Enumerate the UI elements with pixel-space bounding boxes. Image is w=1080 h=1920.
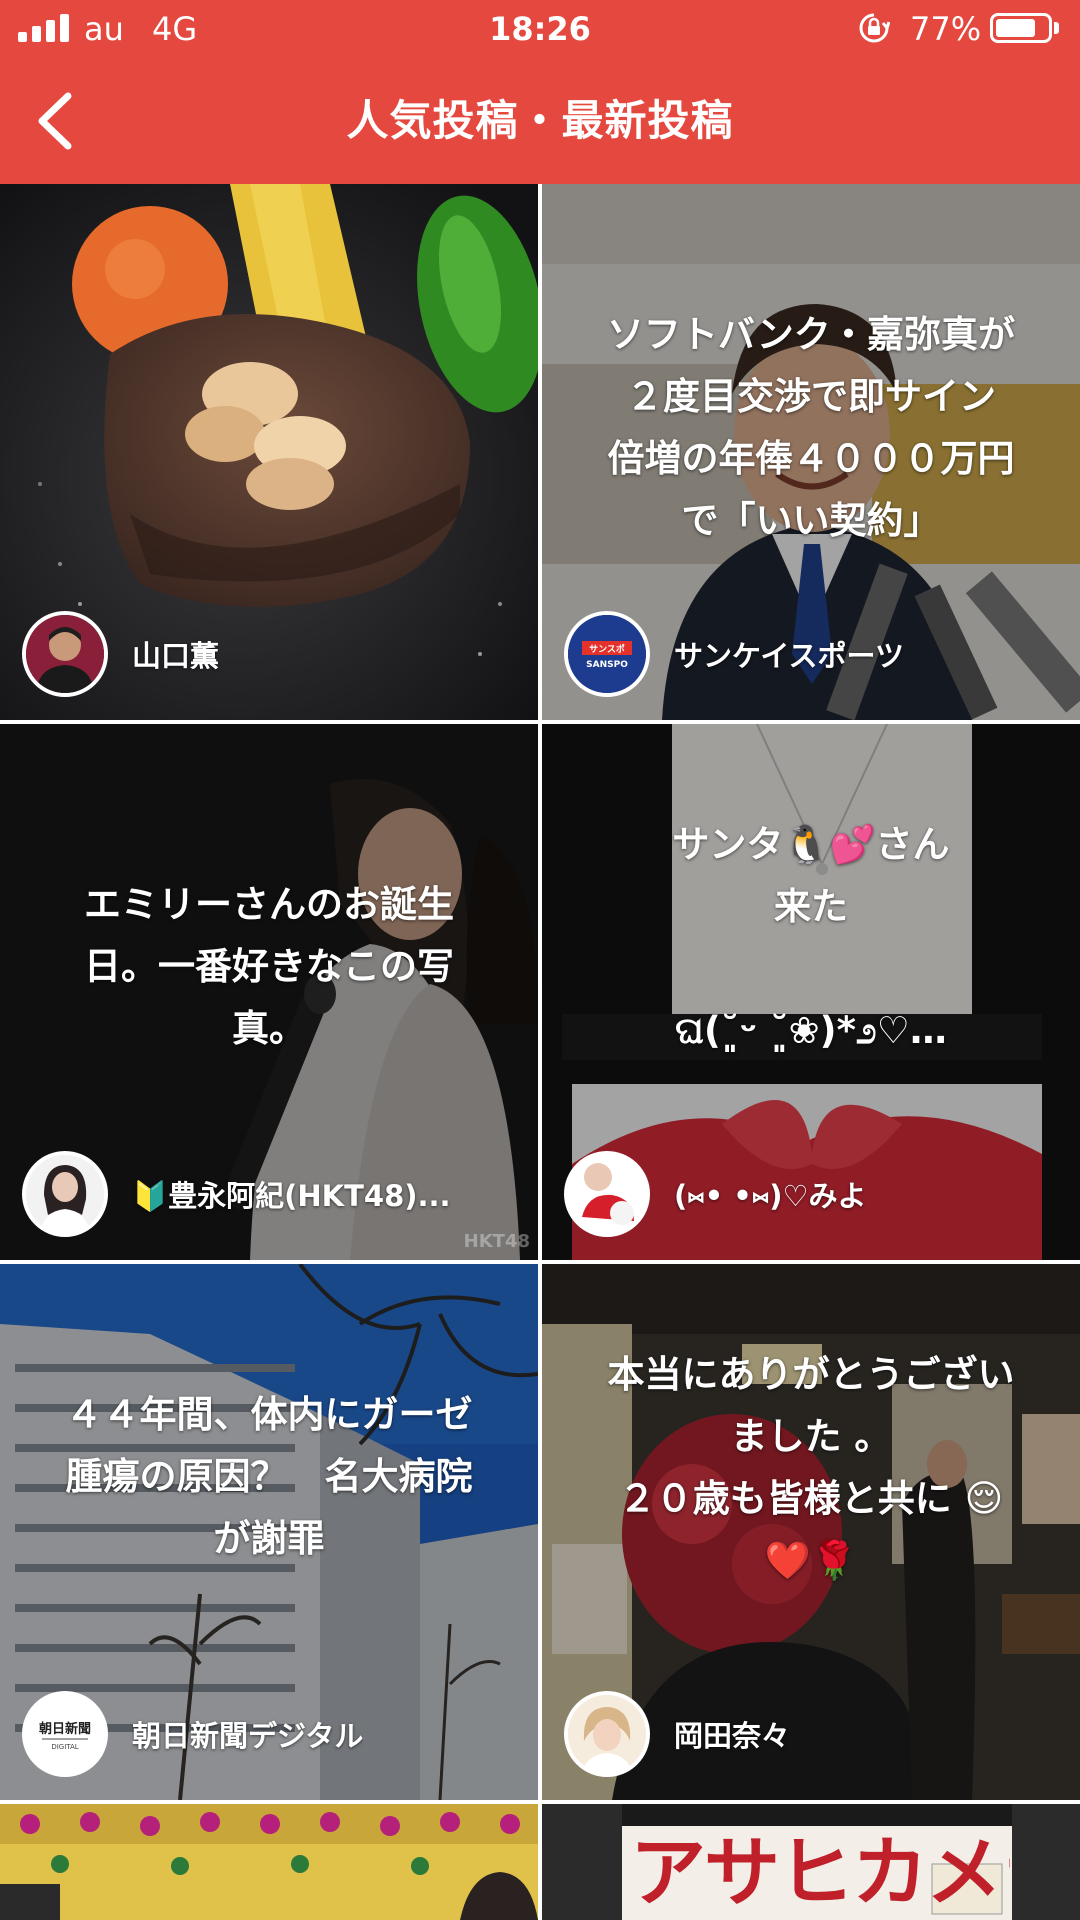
post-image: アサヒカメラ <box>542 1804 1080 1920</box>
post-author: 山口薫 <box>22 608 219 700</box>
battery-level-fill <box>996 19 1035 37</box>
avatar <box>22 1151 108 1237</box>
avatar <box>564 1151 650 1237</box>
post-tile[interactable] <box>0 1804 538 1920</box>
avatar <box>22 611 108 697</box>
image-watermark: HKT48 <box>463 1231 530 1252</box>
magazine-title: アサヒカメラ <box>630 1828 1010 1917</box>
post-author: 🔰豊永阿紀(HKT48)... <box>22 1148 451 1240</box>
post-tile[interactable]: 本当にありがとうござい ました 。 ２０歳も皆様と共に 😌 ❤️🌹 岡田奈々 <box>542 1264 1080 1800</box>
post-caption: ４４年間、体内にガーゼ 腫瘍の原因？ 名大病院 が謝罪 <box>65 1393 473 1560</box>
post-caption: 本当にありがとうござい ました 。 ２０歳も皆様と共に 😌 ❤️🌹 <box>607 1353 1015 1582</box>
app-screen: au 4G 18:26 77% 人気投稿・最新投稿 山口薫 ソフトバンク・嘉弥真… <box>0 0 1080 1920</box>
post-tile[interactable]: 山口薫 <box>0 184 538 720</box>
author-name: (⑅• •⑅)♡みよ <box>674 1179 867 1213</box>
author-name: サンケイスポーツ <box>674 639 904 673</box>
post-tile[interactable]: ソフトバンク・嘉弥真が ２度目交渉で即サイン 倍増の年俸４０００万円 で「いい契… <box>542 184 1080 720</box>
svg-text:朝日新聞: 朝日新聞 <box>39 1721 91 1737</box>
author-name: 🔰豊永阿紀(HKT48)... <box>132 1179 451 1213</box>
status-bar: au 4G 18:26 77% <box>0 0 1080 58</box>
post-author: 岡田奈々 <box>564 1688 790 1780</box>
post-caption: サンタ🐧💕さん 来た ଘ(˘͈ᵕ ˘͈❀)*೨♡… <box>672 823 950 1052</box>
post-author: 朝日新聞 DIGITAL 朝日新聞デジタル <box>22 1688 363 1780</box>
post-image <box>0 1804 538 1920</box>
post-author: (⑅• •⑅)♡みよ <box>564 1148 866 1240</box>
battery-icon <box>990 13 1052 43</box>
post-caption: ソフトバンク・嘉弥真が ２度目交渉で即サイン 倍増の年俸４０００万円 で「いい契… <box>606 313 1016 542</box>
nav-bar: 人気投稿・最新投稿 <box>0 58 1080 184</box>
page-title: 人気投稿・最新投稿 <box>346 96 734 145</box>
post-tile[interactable]: エミリーさんのお誕生 日。一番好きなこの写 真。 HKT48 🔰豊永阿紀(HKT… <box>0 724 538 1260</box>
svg-text:DIGITAL: DIGITAL <box>51 1743 78 1751</box>
author-name: 岡田奈々 <box>674 1719 791 1753</box>
post-tile[interactable]: ４４年間、体内にガーゼ 腫瘍の原因？ 名大病院 が謝罪 朝日新聞 DIGITAL… <box>0 1264 538 1800</box>
author-name: 山口薫 <box>132 639 220 673</box>
orientation-lock-icon <box>859 13 890 43</box>
post-tile[interactable]: アサヒカメラ <box>542 1804 1080 1920</box>
svg-text:サンスポ: サンスポ <box>589 643 625 655</box>
post-author: サンスポ SANSPO サンケイスポーツ <box>564 608 904 700</box>
post-caption: エミリーさんのお誕生 日。一番好きなこの写 真。 <box>84 883 454 1050</box>
battery-tip <box>1054 22 1059 34</box>
author-name: 朝日新聞デジタル <box>132 1719 364 1753</box>
battery-percent: 77% <box>910 10 982 48</box>
post-tile[interactable]: サンタ🐧💕さん 来た ଘ(˘͈ᵕ ˘͈❀)*೨♡… (⑅• •⑅)♡みよ <box>542 724 1080 1260</box>
avatar <box>564 1691 650 1777</box>
post-grid: 山口薫 ソフトバンク・嘉弥真が ２度目交渉で即サイン 倍増の年俸４０００万円 で… <box>0 184 1080 1920</box>
svg-text:SANSPO: SANSPO <box>586 660 628 670</box>
avatar: 朝日新聞 DIGITAL <box>22 1691 108 1777</box>
avatar: サンスポ SANSPO <box>564 611 650 697</box>
